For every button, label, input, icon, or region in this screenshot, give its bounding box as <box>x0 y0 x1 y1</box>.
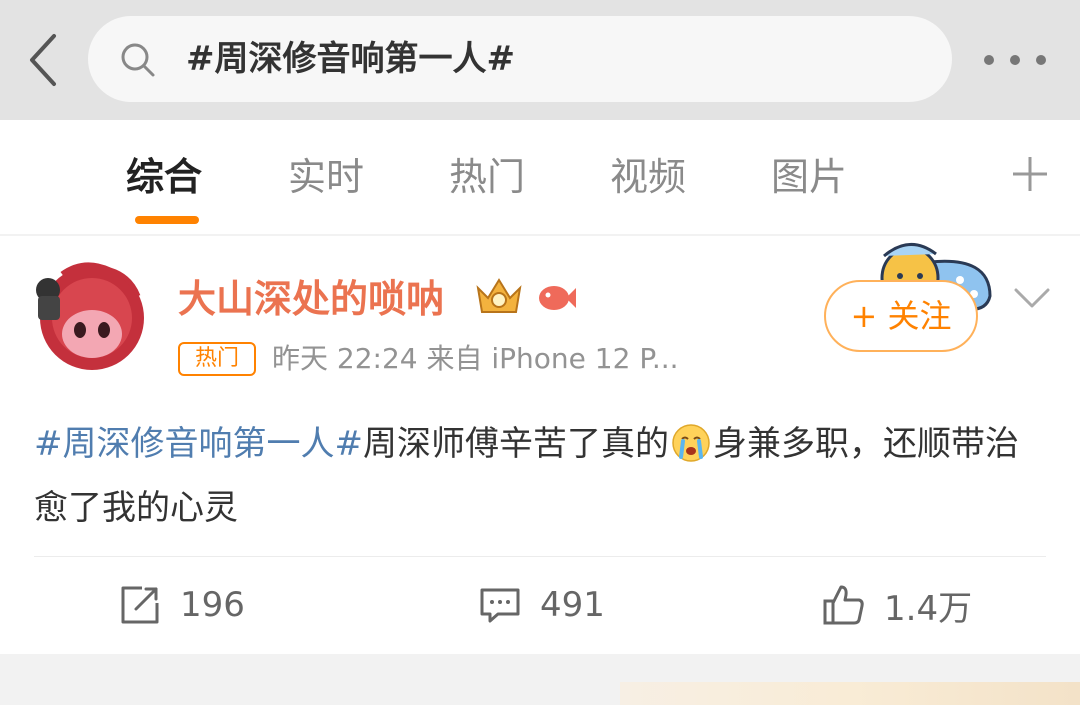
follow-button[interactable]: + 关注 <box>824 280 978 352</box>
username[interactable]: 大山深处的唢呐 <box>178 274 444 324</box>
like-count: 1.4万 <box>884 588 973 629</box>
repost-button[interactable]: 196 <box>118 580 245 630</box>
like-button[interactable]: 1.4万 <box>822 580 972 630</box>
divider <box>34 556 1046 557</box>
active-tab-indicator <box>135 216 199 224</box>
tab-bar: 综合 实时 热门 视频 图片 <box>0 120 1080 234</box>
comment-count: 491 <box>540 585 605 625</box>
search-query[interactable]: #周深修音响第一人# <box>186 16 515 102</box>
topic-link[interactable]: #周深修音响第一人# <box>34 424 363 464</box>
next-card-preview <box>620 682 1080 705</box>
top-bar: #周深修音响第一人# <box>0 0 1080 120</box>
more-button[interactable] <box>984 48 1046 72</box>
chevron-left-icon <box>30 34 56 86</box>
tab-video[interactable]: 视频 <box>610 152 686 202</box>
tab-hot[interactable]: 热门 <box>449 152 525 202</box>
tab-images[interactable]: 图片 <box>771 152 847 202</box>
hot-tag: 热门 <box>178 342 256 376</box>
back-button[interactable] <box>24 30 64 90</box>
plus-icon[interactable] <box>1010 154 1050 194</box>
tab-realtime[interactable]: 实时 <box>288 152 364 202</box>
post-card: 大山深处的唢呐 热门 昨天 22:24 来自 iPhone 12 P... + … <box>0 236 1080 654</box>
post-content: #周深修音响第一人#周深师傅辛苦了真的 身兼多职，还顺带治愈了我的心灵 <box>34 412 1046 540</box>
search-icon <box>121 43 155 77</box>
thumbs-up-icon <box>823 585 864 625</box>
more-dot-icon <box>1036 55 1046 65</box>
comment-icon <box>480 588 520 623</box>
post-meta: 昨天 22:24 来自 iPhone 12 P... <box>272 342 679 375</box>
weibo-search-page: #周深修音响第一人# 综合 实时 热门 视频 图片 大山深处的唢呐 热门 昨天 … <box>0 0 1080 705</box>
crown-badge-icon <box>476 278 522 313</box>
search-box[interactable]: #周深修音响第一人# <box>88 16 952 102</box>
comment-button[interactable]: 491 <box>478 580 605 630</box>
more-dot-icon <box>1010 55 1020 65</box>
user-avatar[interactable] <box>34 256 150 372</box>
chevron-down-icon[interactable] <box>1012 284 1052 312</box>
crying-emoji-icon <box>672 424 710 462</box>
repost-icon <box>121 586 159 624</box>
tab-comprehensive[interactable]: 综合 <box>126 152 202 202</box>
repost-count: 196 <box>180 585 245 625</box>
fish-badge-icon <box>539 286 576 310</box>
post-text: 周深师傅辛苦了真的 <box>362 424 669 464</box>
more-dot-icon <box>984 55 994 65</box>
